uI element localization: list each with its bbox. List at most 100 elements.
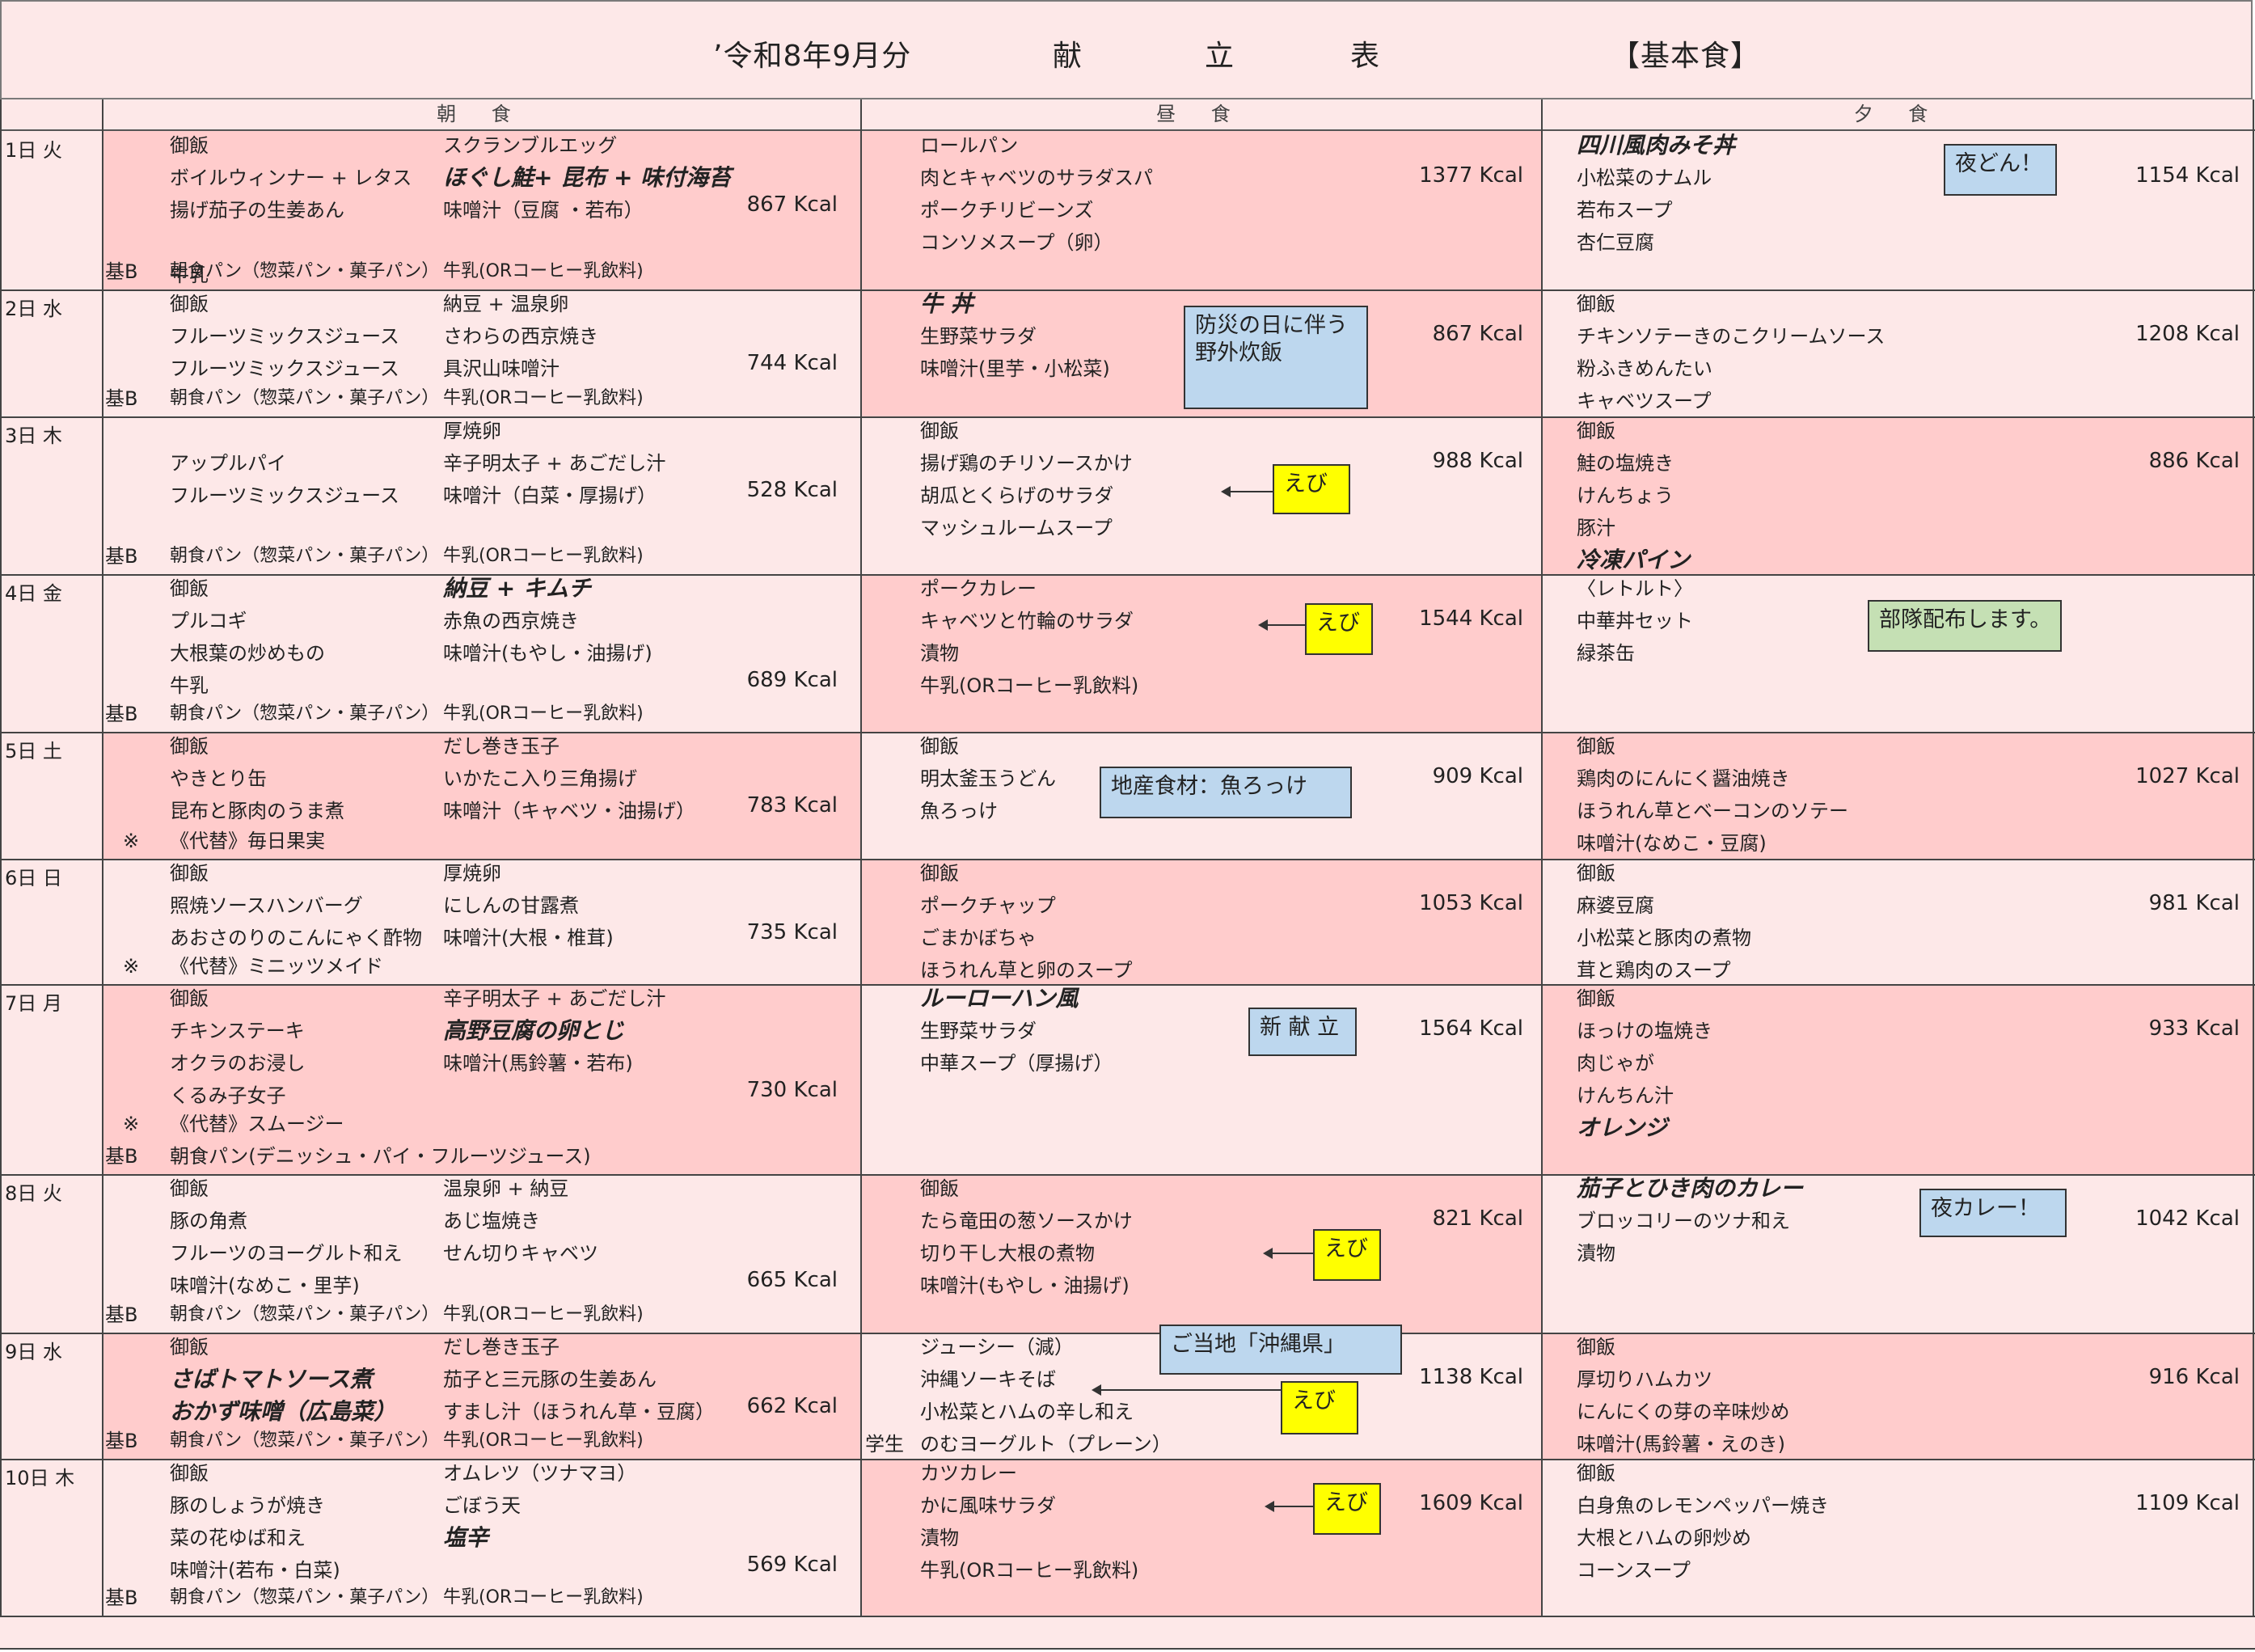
chisan-note: 地産食材：魚ろっけ (1100, 767, 1352, 818)
lunch-item: のむヨーグルト（プレーン） (920, 1433, 1172, 1456)
breakfast-kcal: 730 Kcal (746, 1078, 838, 1102)
breakfast-item: アップルパイ (170, 452, 286, 475)
bread-item: 朝食パン（惣菜パン・菓子パン） (170, 1430, 440, 1451)
breakfast-item: 味噌汁(もやし・油揚げ) (443, 642, 652, 665)
arrow-icon (1258, 619, 1305, 631)
ebi-note: えび (1305, 603, 1373, 655)
dinner-item: 杏仁豆腐 (1577, 231, 1654, 254)
breakfast-item: くるみ子女子 (170, 1084, 286, 1107)
dinner-item: 御飯 (1577, 420, 1615, 442)
dinner-item: 漬物 (1577, 1242, 1615, 1265)
lunch-kcal: 867 Kcal (1432, 322, 1523, 346)
day-label: 7日 月 (5, 992, 62, 1015)
breakfast-header: 朝 食 (102, 99, 860, 131)
dinner-item: にんにくの芽の辛味炒め (1577, 1401, 1790, 1423)
lunch-item: 御飯 (920, 735, 959, 758)
lunch-item: ポークチリビーンズ (920, 199, 1094, 222)
row-divider (0, 984, 2255, 986)
bread-item: 朝食パン（惣菜パン・菓子パン） (170, 546, 440, 566)
lunch-item: 小松菜とハムの辛し和え (920, 1401, 1134, 1423)
ebi-note: えび (1273, 464, 1350, 514)
breakfast-item: いかたこ入り三角揚げ (443, 767, 637, 790)
day-label: 6日 日 (5, 867, 62, 889)
breakfast-item: 豚の角煮 (170, 1210, 247, 1232)
dinner-item: けんちょう (1577, 484, 1674, 507)
note-mark: ※ (123, 830, 140, 852)
row-divider (0, 1333, 2255, 1334)
dinner-item: 若布スープ (1577, 199, 1673, 222)
dinner-kcal: 1154 Kcal (2135, 163, 2240, 188)
column-divider (1541, 99, 1543, 1616)
dinner-item: 冷凍パイン (1577, 547, 1691, 573)
lunch-item: 御飯 (920, 420, 959, 442)
dinner-item: 大根とハムの卵炒め (1577, 1527, 1751, 1549)
milk-item: 牛乳(ORコーヒー乳飲料) (443, 546, 644, 566)
ebi-note: えび (1313, 1483, 1381, 1535)
title-char-2: 立 (1205, 40, 1235, 73)
bread-item: 朝食パン（惣菜パン・菓子パン） (170, 1587, 440, 1608)
breakfast-item: 昆布と豚肉のうま煮 (170, 800, 344, 822)
breakfast-item: あおさのりのこんにゃく酢物 (170, 927, 422, 949)
breakfast-item: オクラのお浸し (170, 1052, 306, 1075)
breakfast-item: スクランブルエッグ (443, 134, 618, 157)
dinner-kcal: 1109 Kcal (2135, 1491, 2240, 1515)
bread-item: 朝食パン（惣菜パン・菓子パン） (170, 388, 440, 408)
breakfast-item: 高野豆腐の卵とじ (443, 1017, 625, 1044)
dinner-item: 茸と鶏肉のスープ (1577, 959, 1731, 982)
lunch-item: 生野菜サラダ (920, 1020, 1037, 1042)
period-label: ’令和8年9月分 (713, 40, 912, 73)
milk-item: 牛乳(ORコーヒー乳飲料) (443, 261, 644, 281)
dinner-item: 御飯 (1577, 1336, 1615, 1358)
bread-item: 朝食パン（惣菜パン・菓子パン） (170, 1304, 440, 1325)
lunch-item: ごまかぼちゃ (920, 927, 1037, 949)
bread-item: 朝食パン(デニッシュ・パイ・フルーツジュース) (170, 1145, 591, 1168)
right-border (2253, 99, 2254, 1650)
breakfast-item: やきとり缶 (170, 767, 267, 790)
breakfast-item: 茄子と三元豚の生姜あん (443, 1368, 657, 1391)
butai-note: 部隊配布します。 (1868, 600, 2062, 652)
base-b-mark: 基B (105, 387, 138, 410)
dinner-item: ほうれん草とベーコンのソテー (1577, 800, 1848, 822)
date-column-header (0, 99, 102, 131)
day-label: 1日 火 (5, 139, 62, 162)
dinner-item: 緑茶缶 (1577, 642, 1635, 665)
milk-item: 牛乳(ORコーヒー乳飲料) (443, 1304, 644, 1325)
breakfast-item: せん切りキャベツ (443, 1242, 598, 1265)
breakfast-item: 御飯 (170, 987, 209, 1010)
dinner-kcal: 1208 Kcal (2135, 322, 2240, 346)
breakfast-item: 納豆 + キムチ (443, 575, 591, 602)
lunch-kcal: 988 Kcal (1432, 449, 1523, 473)
lunch-kcal: 1138 Kcal (1419, 1365, 1523, 1389)
breakfast-item: 厚焼卵 (443, 420, 501, 442)
dinner-item: 味噌汁(なめこ・豆腐) (1577, 832, 1767, 855)
breakfast-item: おかず味噌（広島菜） (170, 1398, 397, 1425)
breakfast-item: 納豆 + 温泉卵 (443, 293, 569, 315)
day-label: 8日 火 (5, 1182, 62, 1205)
breakfast-item: 御飯 (170, 1462, 209, 1485)
dinner-item: 鶏肉のにんにく醤油焼き (1577, 767, 1790, 790)
substitute-item: 《代替》スムージー (170, 1113, 344, 1135)
row-divider (0, 574, 2255, 576)
row-divider (0, 1174, 2255, 1176)
arrow-icon (1092, 1384, 1281, 1396)
breakfast-kcal: 783 Kcal (746, 793, 838, 818)
dinner-item: 茄子とひき肉のカレー (1577, 1175, 1804, 1202)
lunch-item: 味噌汁(もやし・油揚げ) (920, 1274, 1130, 1297)
dinner-kcal: 981 Kcal (2148, 891, 2240, 915)
dinner-header: 夕 食 (1541, 99, 2255, 131)
note-mark: ※ (123, 955, 140, 978)
dinner-item: 麻婆豆腐 (1577, 894, 1654, 917)
base-b-mark: 基B (105, 1587, 138, 1609)
dinner-item: キャベツスープ (1577, 390, 1712, 412)
lunch-kcal: 1609 Kcal (1419, 1491, 1523, 1515)
day-label: 10日 木 (5, 1467, 75, 1489)
breakfast-item: 塩辛 (443, 1524, 489, 1551)
dinner-item: 肉じゃが (1577, 1052, 1654, 1075)
breakfast-kcal: 528 Kcal (746, 478, 838, 502)
dinner-item: けんちん汁 (1577, 1084, 1674, 1107)
day-label: 5日 土 (5, 740, 62, 763)
substitute-item: 《代替》ミニッツメイド (170, 955, 383, 978)
dinner-item: チキンソテーきのこクリームソース (1577, 325, 1886, 348)
breakfast-item: オムレツ（ツナマヨ） (443, 1462, 637, 1485)
footer-strip (0, 1616, 2255, 1650)
